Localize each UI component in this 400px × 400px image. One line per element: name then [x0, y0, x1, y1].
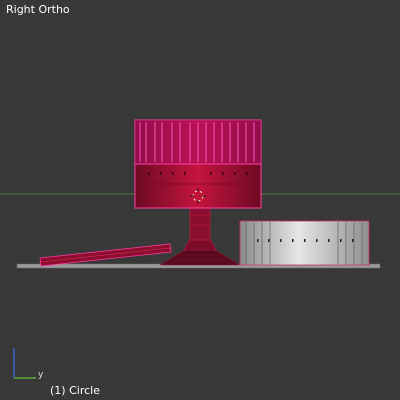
3d-viewport[interactable]: y Right Ortho (1) Circle — [0, 0, 400, 400]
view-name-label: Right Ortho — [6, 3, 70, 16]
grey-cylinder-object[interactable] — [239, 220, 370, 266]
lamp-shade-object[interactable] — [134, 119, 262, 209]
gizmo-y-label: y — [38, 370, 44, 380]
active-object-label: (1) Circle — [50, 384, 100, 397]
scene-canvas[interactable]: y — [0, 0, 400, 400]
